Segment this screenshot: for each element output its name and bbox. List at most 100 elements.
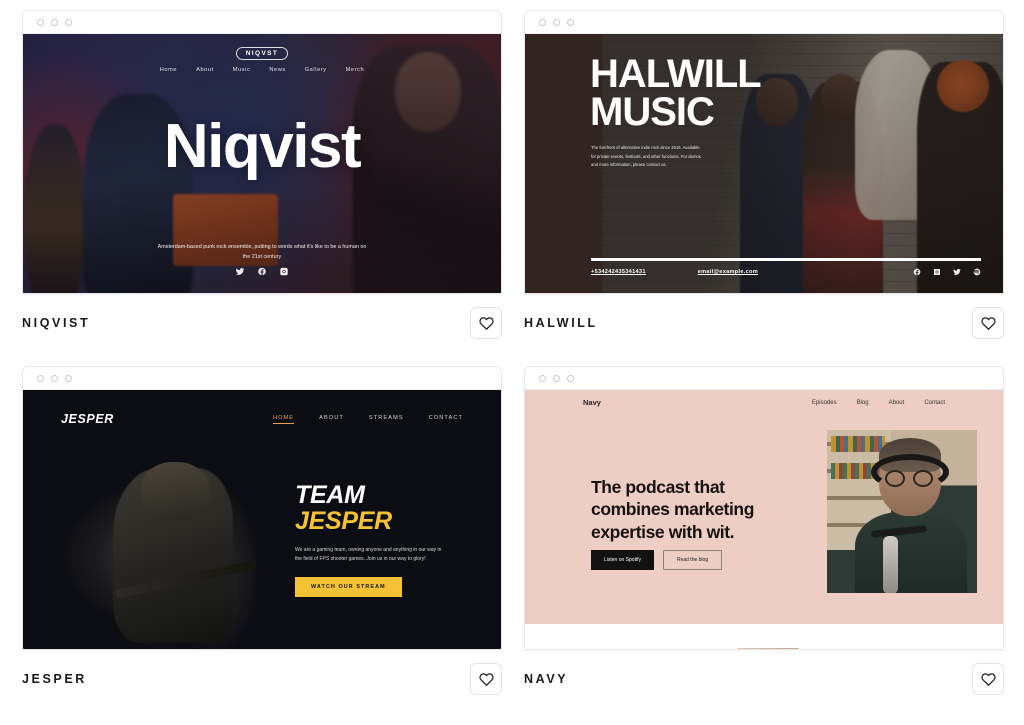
browser-mockup: HALWILL MUSIC The forefront of alternati… (524, 10, 1004, 294)
site-logo[interactable]: JESPER (61, 412, 114, 426)
spotify-icon[interactable] (973, 263, 981, 281)
window-dot-1 (37, 374, 44, 382)
window-dot-3 (65, 374, 72, 382)
nav-links: Episodes Blog About Contact (812, 400, 945, 406)
photo-headphones (871, 454, 949, 490)
browser-mockup: NIQVST Home About Music News Gallery Mer… (22, 10, 502, 294)
divider (591, 258, 981, 261)
card-footer: JESPER (22, 650, 502, 696)
hero-heading: HALWILL MUSIC (590, 52, 762, 134)
window-dot-2 (51, 18, 58, 26)
facebook-icon[interactable] (913, 263, 921, 281)
template-name: HALWILL (524, 316, 598, 330)
listen-on-spotify-button[interactable]: Listen on Spotify (591, 550, 654, 570)
template-name: JESPER (22, 672, 87, 686)
favorite-button[interactable] (972, 663, 1004, 695)
nav-item-blog[interactable]: Blog (857, 400, 869, 406)
template-name: NIQVIST (22, 316, 91, 330)
photo-books-row-1 (831, 436, 885, 452)
heart-icon (980, 672, 996, 686)
site-logo[interactable]: NIQVST (235, 47, 289, 60)
window-dot-1 (37, 18, 44, 26)
site-preview-halwill: HALWILL MUSIC The forefront of alternati… (525, 34, 1003, 293)
photo-microphone (883, 536, 898, 593)
hero-heading: The podcast that combines marketing expe… (591, 477, 754, 542)
heart-icon (478, 672, 494, 686)
nav-item-news[interactable]: News (269, 67, 285, 73)
window-dot-3 (567, 374, 574, 382)
hero-heading-line-1: HALWILL (590, 52, 762, 96)
template-card-halwill[interactable]: HALWILL MUSIC The forefront of alternati… (524, 10, 1004, 342)
read-the-blog-button[interactable]: Read the blog (662, 550, 723, 570)
template-gallery-grid: NIQVST Home About Music News Gallery Mer… (0, 0, 1024, 725)
nav-links: HOME ABOUT STREAMS CONTACT (272, 415, 463, 424)
watch-stream-button[interactable]: WATCH OUR STREAM (295, 577, 402, 597)
hero-heading-line-2: JESPER (295, 507, 392, 536)
favorite-button[interactable] (972, 307, 1004, 339)
twitter-icon[interactable] (953, 263, 961, 281)
nav-item-about[interactable]: About (196, 67, 214, 73)
site-preview-navy: Navy Episodes Blog About Contact The pod… (525, 390, 1003, 649)
card-footer: NAVY (524, 650, 1004, 696)
nav-item-music[interactable]: Music (233, 67, 251, 73)
hero-actions: Listen on Spotify Read the blog (591, 550, 723, 570)
card-footer: HALWILL (524, 294, 1004, 340)
site-navigation: Navy Episodes Blog About Contact (525, 398, 1003, 407)
browser-chrome (525, 11, 1003, 34)
facebook-icon[interactable] (258, 263, 267, 281)
hero-paragraph: We are a gaming team, owning anyone and … (295, 546, 442, 563)
hero-heading-line-1: TEAM (295, 481, 365, 509)
hero-tagline: Amsterdam-based punk rock ensemble, putt… (157, 244, 367, 260)
nav-item-contact[interactable]: Contact (924, 400, 945, 406)
hero-paragraph: The forefront of alternative indie rock … (591, 145, 701, 168)
twitter-icon[interactable] (235, 263, 245, 281)
browser-chrome (23, 11, 501, 34)
template-card-niqvist[interactable]: NIQVST Home About Music News Gallery Mer… (22, 10, 502, 342)
nav-item-merch[interactable]: Merch (346, 67, 365, 73)
latest-section: Latest #04 Why you're approaching your e… (525, 624, 1003, 649)
contact-bar: +534242435341431 email@example.com (591, 263, 981, 281)
photo-figure-helmet (141, 462, 209, 520)
browser-mockup: Navy Episodes Blog About Contact The pod… (524, 366, 1004, 650)
card-footer: NIQVIST (22, 294, 502, 340)
site-navigation: NIQVST Home About Music News Gallery Mer… (23, 47, 501, 73)
phone-link[interactable]: +534242435341431 (591, 269, 646, 275)
hero-text-block: Niqvist (23, 116, 501, 178)
email-link[interactable]: email@example.com (698, 269, 758, 275)
window-dot-2 (553, 18, 560, 26)
episode-title: #04 Why you're approaching your email ma… (811, 648, 974, 649)
favorite-button[interactable] (470, 663, 502, 695)
instagram-icon[interactable] (933, 263, 941, 281)
site-preview-niqvist: NIQVST Home About Music News Gallery Mer… (23, 34, 501, 293)
nav-item-streams[interactable]: STREAMS (369, 415, 404, 424)
instagram-icon[interactable] (280, 263, 289, 281)
window-dot-2 (553, 374, 560, 382)
window-dot-1 (539, 18, 546, 26)
window-dot-1 (539, 374, 546, 382)
site-preview-jesper: JESPER HOME ABOUT STREAMS CONTACT TEAM J… (23, 390, 501, 649)
social-links (235, 263, 289, 281)
hero-heading-line-2: MUSIC (590, 89, 715, 134)
nav-item-home[interactable]: Home (160, 67, 177, 73)
site-navigation: JESPER HOME ABOUT STREAMS CONTACT (23, 412, 501, 426)
social-links (913, 263, 981, 281)
nav-item-about[interactable]: ABOUT (319, 415, 344, 424)
latest-episode-item[interactable]: #04 Why you're approaching your email ma… (737, 648, 981, 649)
heart-icon (478, 316, 494, 330)
hero-photo-podcaster (827, 430, 977, 593)
nav-item-contact[interactable]: CONTACT (429, 415, 463, 424)
hero-heading: TEAM JESPER (295, 482, 485, 535)
template-card-jesper[interactable]: JESPER HOME ABOUT STREAMS CONTACT TEAM J… (22, 366, 502, 698)
nav-item-episodes[interactable]: Episodes (812, 400, 837, 406)
favorite-button[interactable] (470, 307, 502, 339)
halwill-hero: HALWILL MUSIC The forefront of alternati… (525, 34, 1003, 293)
browser-mockup: JESPER HOME ABOUT STREAMS CONTACT TEAM J… (22, 366, 502, 650)
hero-heading: Niqvist (163, 112, 362, 181)
nav-item-about[interactable]: About (889, 400, 905, 406)
nav-item-gallery[interactable]: Gallery (305, 67, 327, 73)
niqvist-hero: NIQVST Home About Music News Gallery Mer… (23, 34, 501, 293)
template-card-navy[interactable]: Navy Episodes Blog About Contact The pod… (524, 366, 1004, 698)
nav-item-home[interactable]: HOME (272, 415, 295, 424)
site-logo[interactable]: Navy (583, 398, 601, 407)
browser-chrome (23, 367, 501, 390)
